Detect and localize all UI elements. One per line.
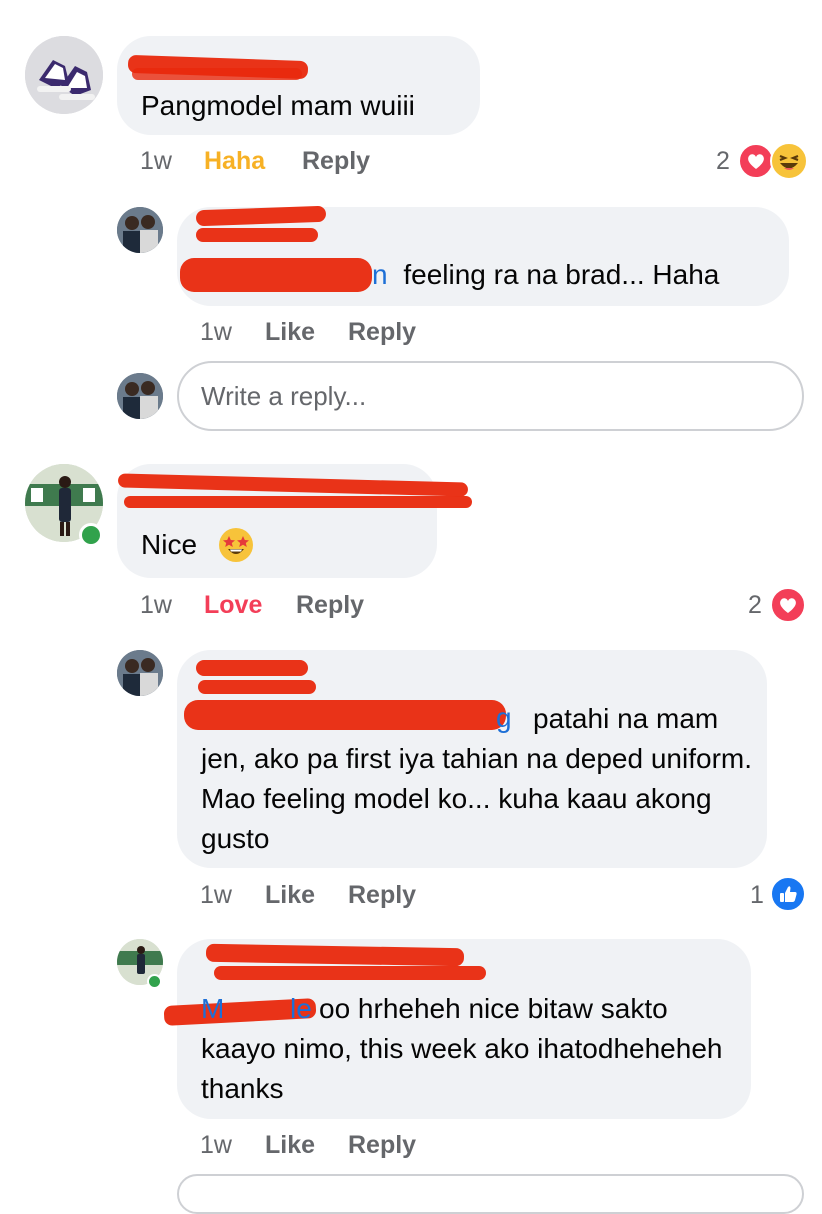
reply-button[interactable]: Reply	[296, 591, 364, 620]
star-struck-emoji-icon	[219, 528, 253, 562]
comment-timestamp[interactable]: 1w	[140, 591, 172, 620]
reply-button[interactable]: Reply	[348, 318, 416, 347]
reply-button[interactable]: Reply	[348, 1131, 416, 1160]
like-button[interactable]: Like	[265, 318, 315, 347]
reply-timestamp[interactable]: 1w	[200, 318, 232, 347]
online-status-indicator	[79, 523, 103, 547]
online-status-indicator	[147, 974, 162, 989]
reply-timestamp[interactable]: 1w	[200, 1131, 232, 1160]
redacted-mention	[180, 258, 372, 292]
laughing-face-icon[interactable]	[770, 142, 808, 180]
like-button[interactable]: Like	[265, 1131, 315, 1160]
comment-text: Nice	[141, 529, 198, 560]
reply-button[interactable]: Reply	[348, 881, 416, 910]
reaction-count[interactable]: 2	[716, 147, 730, 176]
replier-avatar[interactable]	[117, 207, 163, 253]
reply-text: patahi na mam jen, ako pa first iya tahi…	[201, 703, 753, 854]
heart-icon[interactable]	[770, 587, 806, 623]
comment-text: Pangmodel mam wuiii	[141, 90, 415, 121]
reply-input-partial[interactable]	[177, 1174, 804, 1214]
redacted-author-name-stroke	[198, 680, 316, 694]
mention-tag[interactable]: n	[372, 259, 388, 290]
reply-button[interactable]: Reply	[302, 147, 370, 176]
redacted-author-name	[196, 660, 308, 676]
like-button[interactable]: Like	[265, 881, 315, 910]
haha-reaction-button[interactable]: Haha	[204, 147, 265, 176]
thumbs-up-icon[interactable]	[770, 876, 806, 912]
redacted-author-name-stroke	[196, 228, 318, 242]
heart-icon[interactable]	[738, 143, 774, 179]
redacted-author-name-stroke	[214, 966, 486, 980]
redacted-author-name-stroke	[132, 68, 302, 80]
love-reaction-button[interactable]: Love	[204, 591, 262, 620]
reply-text: n feeling ra na brad... Haha	[372, 259, 720, 290]
reply-text: oo hrheheh nice bitaw sakto kaayo nimo, …	[201, 993, 723, 1104]
reply-input[interactable]: Write a reply...	[177, 361, 804, 431]
redacted-author-name-stroke	[124, 496, 472, 508]
current-user-avatar	[117, 373, 163, 419]
comment-timestamp[interactable]: 1w	[140, 147, 172, 176]
reaction-count[interactable]: 1	[750, 881, 764, 910]
reaction-count[interactable]: 2	[748, 591, 762, 620]
reply-timestamp[interactable]: 1w	[200, 881, 232, 910]
commenter-avatar[interactable]	[25, 36, 103, 114]
replier-avatar[interactable]	[117, 650, 163, 696]
